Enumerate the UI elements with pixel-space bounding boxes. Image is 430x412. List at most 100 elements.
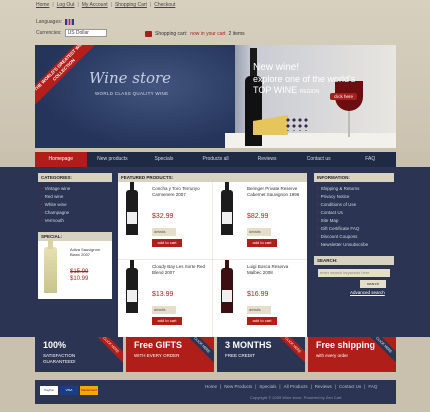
uk-flag-icon[interactable] xyxy=(65,19,75,25)
footer-link-new-products[interactable]: New Products xyxy=(224,384,252,389)
store-logo[interactable]: Wine store xyxy=(89,69,171,87)
store-tagline: WORLD CLASS QUALITY WINE xyxy=(95,91,169,96)
nav-new-products[interactable]: New products xyxy=(87,152,139,167)
featured-products: FEATURED PRODUCTS: Concha y Toro Terruny… xyxy=(118,173,307,337)
right-column: INFORMATION: Shipping & Returns Privacy … xyxy=(314,173,394,299)
promo-free-gifts[interactable]: Free GIFTS WITH EVERY ORDER CLICK HERE xyxy=(126,337,214,372)
product-name[interactable]: Cloudy Bay Les Sorte Red Blend 2007 xyxy=(152,264,207,276)
search-heading: SEARCH: xyxy=(314,256,394,265)
shopping-cart-summary[interactable]: Shopping cart: now in your cart 2 items xyxy=(145,31,245,37)
top-link-cart[interactable]: Shopping Cart xyxy=(115,2,147,8)
product-card: Luigi Bosca Reserva Malbec 2008 $16.99 d… xyxy=(213,260,307,337)
details-button[interactable]: details xyxy=(247,228,271,236)
info-link[interactable]: Gift Certificate FAQ xyxy=(314,224,394,232)
footer-link-home[interactable]: Home xyxy=(205,384,217,389)
promo-satisfaction[interactable]: 100% SATISFACTION GUARANTEED! CLICK HERE xyxy=(35,337,123,372)
nav-reviews[interactable]: Reviews xyxy=(241,152,293,167)
banner-subline: explore one of the world's xyxy=(253,74,356,84)
nav-contact-us[interactable]: Contact us xyxy=(293,152,345,167)
category-item[interactable]: Red wine xyxy=(38,192,112,200)
cart-icon xyxy=(145,31,152,37)
footer-link-all-products[interactable]: All Products xyxy=(284,384,308,389)
special-bottle-image[interactable] xyxy=(44,239,57,293)
search-input[interactable]: enter search keywords here xyxy=(318,269,390,277)
product-price: $16.99 xyxy=(247,291,269,298)
special-product[interactable]: Adiva Sauvignon Blanc 2007 $15.99 $10.99 xyxy=(38,239,112,299)
info-link[interactable]: Privacy Notice xyxy=(314,192,394,200)
product-price: $82.99 xyxy=(247,213,269,220)
footer-link-contact-us[interactable]: Contact Us xyxy=(339,384,361,389)
footer: PayPal VISA MasterCard Home | New Product… xyxy=(0,372,430,412)
info-link[interactable]: Discount Coupons xyxy=(314,232,394,240)
cart-label: Shopping cart: xyxy=(155,31,188,37)
add-to-cart-button[interactable]: add to cart xyxy=(152,239,182,247)
banner-click-here-button[interactable]: click here xyxy=(330,93,358,100)
payment-cards: PayPal VISA MasterCard xyxy=(40,386,98,395)
details-button[interactable]: details xyxy=(247,306,271,314)
info-link[interactable]: Newsletter Unsubscribe xyxy=(314,240,394,248)
footer-link-specials[interactable]: Specials xyxy=(259,384,276,389)
top-link-logout[interactable]: Log Out xyxy=(57,2,75,8)
top-link-home[interactable]: Home xyxy=(36,2,49,8)
info-link[interactable]: Contact Us xyxy=(314,208,394,216)
information-list: Shipping & Returns Privacy Notice Condit… xyxy=(314,182,394,250)
footer-link-faq[interactable]: FAQ xyxy=(368,384,377,389)
info-link[interactable]: Site Map xyxy=(314,216,394,224)
banner-headline: New wine! xyxy=(253,62,300,73)
promo-click-here[interactable]: CLICK HERE xyxy=(94,337,123,362)
nav-products-all[interactable]: Products all xyxy=(190,152,242,167)
visa-icon: VISA xyxy=(60,386,78,395)
information-heading: INFORMATION: xyxy=(314,173,394,182)
top-link-checkout[interactable]: Checkout xyxy=(154,2,175,8)
currency-select[interactable]: US Dollar xyxy=(64,29,107,37)
top-link-account[interactable]: My Account xyxy=(82,2,108,8)
promo-free-shipping[interactable]: Free shipping with every order CLICK HER… xyxy=(308,337,396,372)
product-name[interactable]: Concha y Toro Terrunyo Carmenere 2007 xyxy=(152,186,207,198)
hero-banner[interactable]: THE WORLD'S GREATEST WINE COLLECTION Win… xyxy=(35,45,396,148)
banner-top-wine: TOP WINE REGION xyxy=(253,85,319,95)
special-box: SPECIAL: Adiva Sauvignon Blanc 2007 $15.… xyxy=(38,232,112,299)
info-link[interactable]: Conditions of Use xyxy=(314,200,394,208)
paypal-icon: PayPal xyxy=(40,386,58,395)
search-button[interactable]: search xyxy=(360,280,386,288)
separator: | xyxy=(279,384,281,389)
nav-faq[interactable]: FAQ xyxy=(344,152,396,167)
separator: | xyxy=(77,2,79,8)
footer-link-reviews[interactable]: Reviews xyxy=(315,384,332,389)
languages-label: Languages: xyxy=(36,19,63,25)
details-button[interactable]: details xyxy=(152,306,176,314)
bottle-label xyxy=(127,290,137,302)
banner-region-text: REGION xyxy=(299,89,320,95)
footer-links: Home | New Products | Specials | All Produc… xyxy=(205,384,377,389)
categories-list: Vintage wine Red wine White wine Champag… xyxy=(38,182,112,226)
nav-specials[interactable]: Specials xyxy=(138,152,190,167)
cart-items-count: 2 items xyxy=(228,31,245,37)
category-item[interactable]: Champagne xyxy=(38,208,112,216)
featured-grid: Concha y Toro Terrunyo Carmenere 2007 $3… xyxy=(118,182,307,337)
category-item[interactable]: Vintage wine xyxy=(38,184,112,192)
details-button[interactable]: details xyxy=(152,228,176,236)
add-to-cart-button[interactable]: add to cart xyxy=(247,317,277,325)
category-item[interactable]: Vermouth xyxy=(38,216,112,224)
promo-click-here[interactable]: CLICK HERE xyxy=(276,337,305,362)
separator: | xyxy=(364,384,366,389)
promo-subtitle-2: GUARANTEED! xyxy=(43,359,76,364)
promo-free-credit[interactable]: 3 MONTHS FREE CREDIT CLICK HERE xyxy=(217,337,305,372)
special-product-name[interactable]: Adiva Sauvignon Blanc 2007 xyxy=(70,247,110,257)
main-nav: Homepage New products Specials Products … xyxy=(35,152,396,167)
separator: | xyxy=(52,2,54,8)
add-to-cart-button[interactable]: add to cart xyxy=(247,239,277,247)
special-new-price: $10.99 xyxy=(70,276,89,282)
category-item[interactable]: White wine xyxy=(38,200,112,208)
product-name[interactable]: Beringer Private Reserve Cabernet Sauvig… xyxy=(247,186,302,198)
info-link[interactable]: Shipping & Returns xyxy=(314,184,394,192)
banner-top-text: TOP WINE xyxy=(253,85,298,95)
promo-title: 100% xyxy=(43,340,67,350)
product-name[interactable]: Luigi Bosca Reserva Malbec 2008 xyxy=(247,264,302,276)
advanced-search-link[interactable]: Advanced search xyxy=(350,290,390,295)
promo-title: Free GIFTS xyxy=(134,340,183,350)
separator: | xyxy=(110,2,112,8)
add-to-cart-button[interactable]: add to cart xyxy=(152,317,182,325)
nav-homepage[interactable]: Homepage xyxy=(35,152,87,167)
promo-click-here[interactable]: CLICK HERE xyxy=(185,337,214,362)
